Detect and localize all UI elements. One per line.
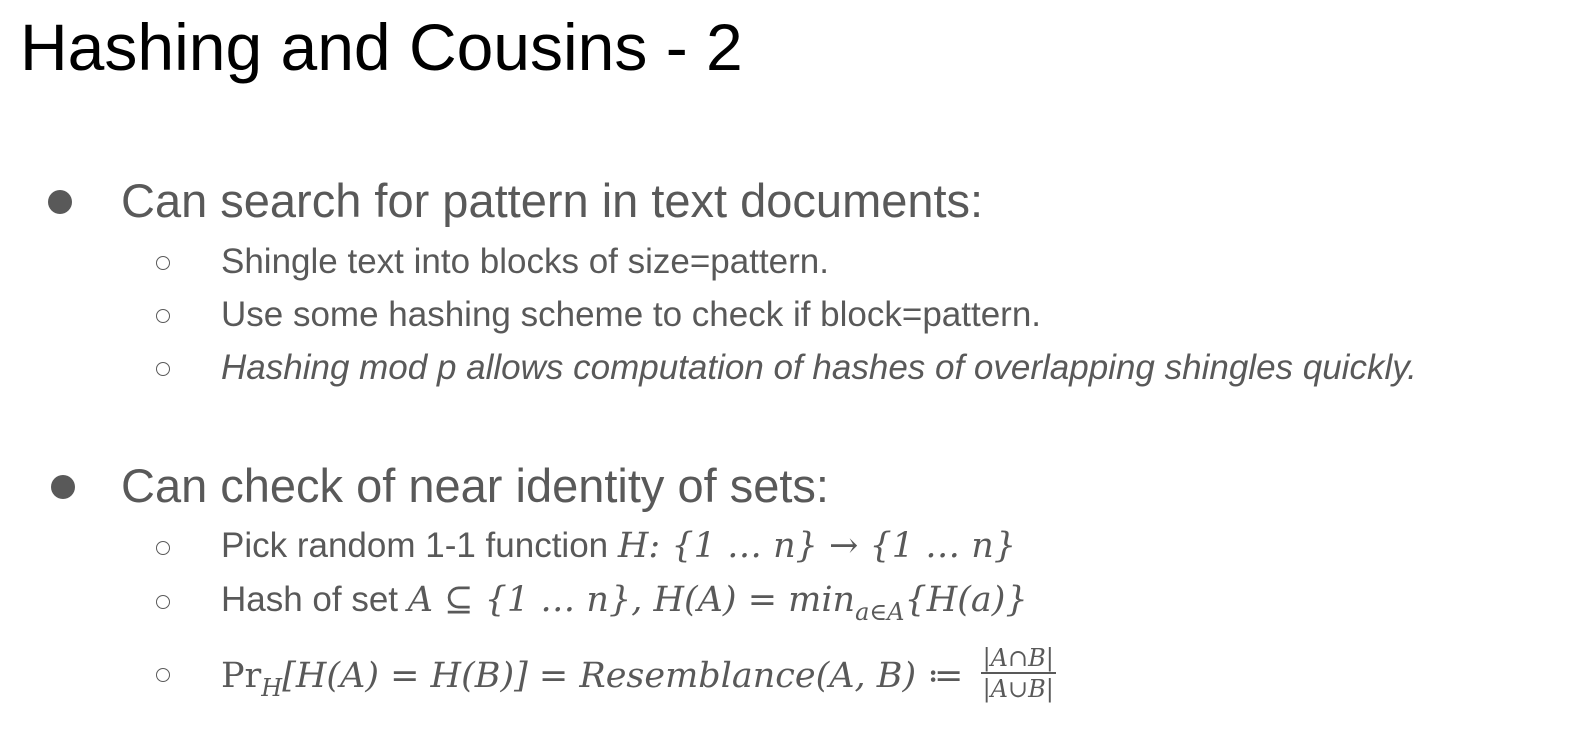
bullet-dot-icon	[48, 190, 72, 214]
math-subscript: a∈A	[855, 598, 905, 626]
sub-bullet-ring-icon	[156, 256, 170, 270]
list-item-text: Pick random 1-1 function	[221, 526, 618, 565]
math-expression: H: {1 … n} → {1 … n}	[617, 526, 1017, 566]
list-item-hashing-scheme: Use some hashing scheme to check if bloc…	[221, 295, 1042, 334]
section-heading-near-identity: Can check of near identity of sets:	[121, 459, 829, 512]
sub-bullet-ring-icon	[156, 668, 170, 682]
math-subscript: H	[261, 674, 283, 702]
list-item-hash-of-set: Hash of set A ⊆ {1 … n}, H(A) = mina∈A{H…	[221, 580, 1028, 625]
math-expression: PrH[H(A) = H(B)] = Resemblance(A, B) ≔ |…	[221, 646, 1056, 701]
list-item-shingle: Shingle text into blocks of size=pattern…	[221, 242, 829, 281]
sub-bullet-ring-icon	[156, 362, 170, 376]
sub-bullet-ring-icon	[156, 309, 170, 323]
math-part: {H(a)}	[904, 580, 1028, 620]
sub-bullet-ring-icon	[156, 595, 170, 609]
fraction-numerator: |A∩B|	[980, 644, 1056, 674]
math-expression: A ⊆ {1 … n}, H(A) = mina∈A{H(a)}	[407, 580, 1028, 625]
list-item-text: Hash of set	[221, 580, 408, 619]
math-part: Pr	[221, 656, 262, 696]
math-fraction: |A∩B| |A∪B|	[980, 644, 1056, 703]
sub-bullet-ring-icon	[156, 541, 170, 555]
math-part: [H(A) = H(B)] = Resemblance(A, B) ≔	[282, 656, 975, 696]
section-heading-pattern-search: Can search for pattern in text documents…	[121, 174, 984, 227]
list-item-resemblance: PrH[H(A) = H(B)] = Resemblance(A, B) ≔ |…	[221, 646, 1056, 705]
slide-title: Hashing and Cousins - 2	[20, 10, 743, 84]
list-item-hashing-mod-p: Hashing mod p allows computation of hash…	[221, 348, 1417, 387]
fraction-denominator: |A∪B|	[982, 675, 1054, 703]
list-item-random-function: Pick random 1-1 function H: {1 … n} → {1…	[221, 528, 1016, 564]
bullet-dot-icon	[51, 475, 75, 499]
math-part: A ⊆ {1 … n}, H(A) = min	[407, 580, 856, 620]
